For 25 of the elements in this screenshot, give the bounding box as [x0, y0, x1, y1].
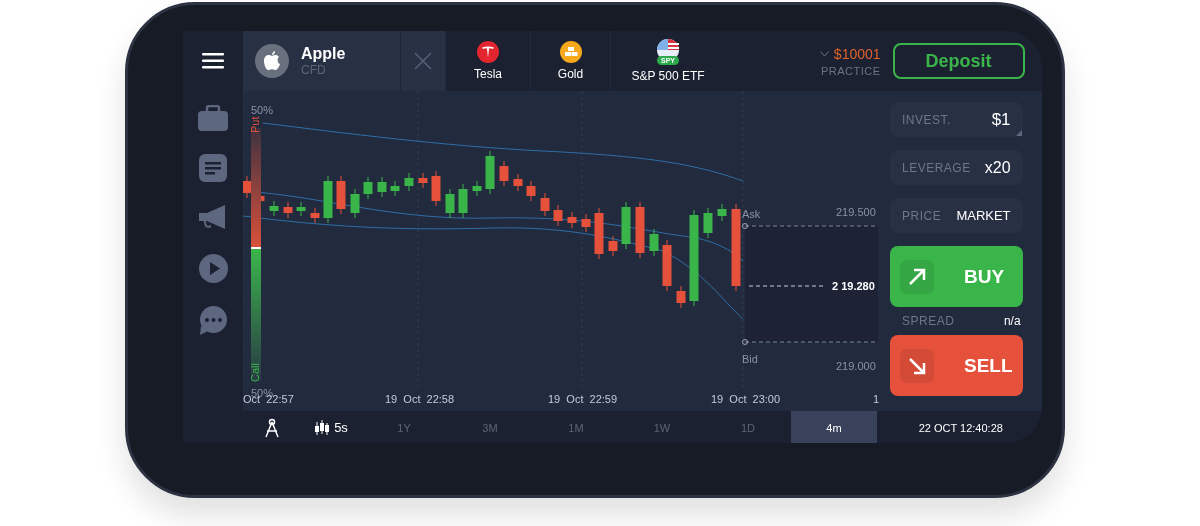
candle-interval-button[interactable]: 5s	[301, 411, 361, 443]
put-label: Put	[249, 116, 261, 133]
spread-value: n/a	[1003, 314, 1021, 328]
datetime: 22 OCT 12:40:28	[917, 420, 1004, 436]
ask-label: Ask	[742, 208, 761, 220]
deposit-button[interactable]: Deposit	[892, 43, 1025, 79]
leverage-field[interactable]: LEVERAGE x20	[890, 150, 1023, 185]
sentiment-percent: 50%	[251, 104, 274, 116]
time-label: 1	[873, 393, 880, 405]
spread-label: SPREAD	[902, 314, 955, 328]
period-tab[interactable]: 4m	[791, 411, 877, 443]
balance-amount[interactable]: $10001	[819, 45, 881, 62]
call-label: Call	[249, 363, 261, 382]
time-label: 19 Oct 23:00	[711, 393, 781, 405]
time-label: 19 Oct 22:59	[548, 393, 618, 405]
time-label: 19 Oct 22:58	[385, 393, 455, 405]
sell-button[interactable]: SELL	[890, 335, 1023, 396]
bid-label: Bid	[742, 353, 758, 365]
price-level: 219.000	[836, 360, 876, 372]
account-mode: PRACTICE	[820, 64, 881, 77]
invest-field[interactable]: INVEST. $1	[890, 102, 1023, 137]
current-price: 2 19.280	[832, 280, 875, 292]
price-field[interactable]: PRICE MARKET	[890, 198, 1023, 233]
asset-name: Apple	[301, 45, 346, 63]
price-level: 219.500	[836, 206, 876, 218]
